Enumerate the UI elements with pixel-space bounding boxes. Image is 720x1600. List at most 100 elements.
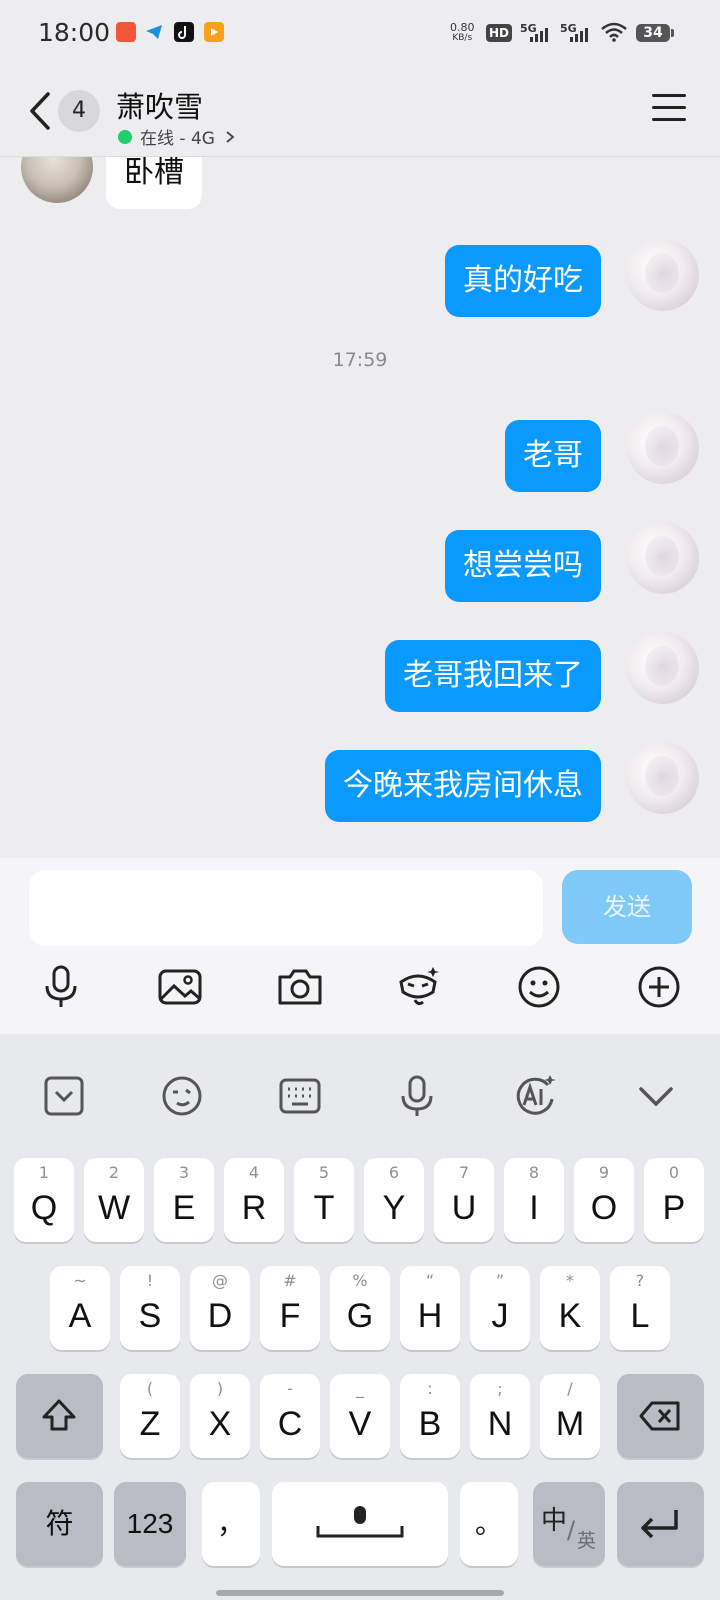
key-hint: 9 — [598, 1163, 610, 1182]
period-key[interactable]: 。 — [460, 1482, 518, 1566]
image-icon[interactable] — [155, 962, 205, 1012]
key-z[interactable]: (Z — [120, 1374, 180, 1458]
key-hint: : — [427, 1379, 433, 1398]
emoji-icon[interactable] — [514, 962, 564, 1012]
language-switch-key[interactable]: 中 / 英 — [533, 1482, 605, 1566]
key-hint: 3 — [178, 1163, 190, 1182]
battery-tip — [671, 29, 674, 37]
message-bubble-outgoing[interactable]: 老哥 — [505, 420, 601, 492]
chat-header — [0, 64, 720, 157]
menu-button[interactable] — [652, 94, 686, 122]
key-t[interactable]: 5T — [294, 1158, 354, 1242]
microphone-icon[interactable] — [36, 962, 86, 1012]
enter-key[interactable] — [617, 1482, 704, 1566]
key-c[interactable]: -C — [260, 1374, 320, 1458]
key-label: X — [208, 1405, 232, 1443]
key-hint: # — [283, 1271, 297, 1290]
telegram-like-icon — [144, 22, 164, 42]
key-label: A — [68, 1297, 92, 1335]
camera-icon[interactable] — [275, 962, 325, 1012]
key-label: Y — [382, 1189, 406, 1227]
contact-name[interactable]: 萧吹雪 — [116, 84, 203, 126]
key-b[interactable]: :B — [400, 1374, 460, 1458]
my-avatar[interactable] — [627, 412, 699, 484]
key-j[interactable]: ” J — [470, 1266, 530, 1350]
online-status-label: 在线 - 4G — [140, 129, 215, 149]
key-p[interactable]: 0P — [644, 1158, 704, 1242]
key-h[interactable]: “H — [400, 1266, 460, 1350]
key-label: T — [313, 1189, 335, 1227]
key-a[interactable]: ~ A — [50, 1266, 110, 1350]
key-hint: ( — [146, 1379, 154, 1398]
my-avatar[interactable] — [627, 742, 699, 814]
signal-icon-sim2: 5G — [560, 22, 590, 44]
key-i[interactable]: 8I — [504, 1158, 564, 1242]
keyboard-icon[interactable] — [277, 1073, 323, 1119]
key-o[interactable]: 9O — [574, 1158, 634, 1242]
key-x[interactable]: ) X — [190, 1374, 250, 1458]
key-s[interactable]: ! S — [120, 1266, 180, 1350]
collapse-icon[interactable] — [41, 1073, 87, 1119]
online-status[interactable]: 在线 - 4G — [140, 124, 236, 149]
ai-icon[interactable] — [512, 1073, 558, 1119]
emoji-icon[interactable] — [159, 1073, 205, 1119]
plus-icon[interactable] — [634, 962, 684, 1012]
my-avatar[interactable] — [627, 522, 699, 594]
key-hint: 4 — [248, 1163, 260, 1182]
key-d[interactable]: @ D — [190, 1266, 250, 1350]
key-y[interactable]: 6Y — [364, 1158, 424, 1242]
send-button[interactable]: 发送 — [562, 870, 692, 944]
space-key[interactable] — [272, 1482, 448, 1566]
key-label: I — [529, 1189, 539, 1227]
key-r[interactable]: 4R — [224, 1158, 284, 1242]
microphone-icon[interactable] — [394, 1073, 440, 1119]
chevron-down-icon[interactable] — [633, 1073, 679, 1119]
key-hint: ; — [497, 1379, 503, 1398]
my-avatar[interactable] — [627, 632, 699, 704]
key-label: J — [491, 1297, 509, 1335]
message-bubble-outgoing[interactable]: 真的好吃 — [445, 245, 601, 317]
message-bubble-outgoing[interactable]: 想尝尝吗 — [445, 530, 601, 602]
key-label: N — [487, 1405, 513, 1443]
message-bubble-outgoing[interactable]: 今晚来我房间休息 — [325, 750, 601, 822]
symbol-key[interactable]: 符 — [16, 1482, 103, 1566]
key-l[interactable]: ? L — [610, 1266, 670, 1350]
key-f[interactable]: # F — [260, 1266, 320, 1350]
key-label: C — [277, 1405, 303, 1443]
video-app-icon — [204, 22, 224, 42]
sticker-icon[interactable] — [393, 962, 443, 1012]
tiktok-icon — [174, 22, 194, 42]
wifi-icon — [600, 22, 628, 42]
space-microphone-icon — [316, 1506, 404, 1538]
comma-key[interactable]: ， — [202, 1482, 260, 1566]
back-button[interactable] — [22, 88, 62, 134]
key-w[interactable]: 2W — [84, 1158, 144, 1242]
contact-avatar[interactable] — [21, 157, 93, 203]
key-k[interactable]: * K — [540, 1266, 600, 1350]
key-label: R — [241, 1189, 267, 1227]
home-indicator[interactable] — [216, 1590, 504, 1596]
shift-key[interactable] — [16, 1374, 103, 1458]
key-g[interactable]: % G — [330, 1266, 390, 1350]
key-m[interactable]: / M — [540, 1374, 600, 1458]
key-e[interactable]: 3E — [154, 1158, 214, 1242]
key-label: O — [590, 1189, 618, 1227]
key-n[interactable]: ; N — [470, 1374, 530, 1458]
message-bubble-incoming[interactable]: 卧槽 — [106, 157, 202, 209]
battery-icon: 34 — [636, 24, 670, 42]
message-list[interactable]: 卧槽 真的好吃 17:59 老哥 想尝尝吗 老哥我回来了 今晚来我房间休息 — [0, 157, 720, 857]
key-label: U — [451, 1189, 477, 1227]
key-hint: ! — [146, 1271, 154, 1290]
key-label: E — [172, 1189, 196, 1227]
key-u[interactable]: 7U — [434, 1158, 494, 1242]
my-avatar[interactable] — [627, 239, 699, 311]
key-v[interactable]: _ V — [330, 1374, 390, 1458]
key-q[interactable]: 1Q — [14, 1158, 74, 1242]
message-bubble-outgoing[interactable]: 老哥我回来了 — [385, 640, 601, 712]
key-label: Z — [139, 1405, 161, 1443]
backspace-key[interactable] — [617, 1374, 704, 1458]
message-input[interactable] — [29, 870, 543, 946]
network-speed: 0.80 KB/s — [450, 22, 475, 44]
number-key[interactable]: 123 — [114, 1482, 186, 1566]
unread-count-badge: 4 — [58, 90, 100, 132]
